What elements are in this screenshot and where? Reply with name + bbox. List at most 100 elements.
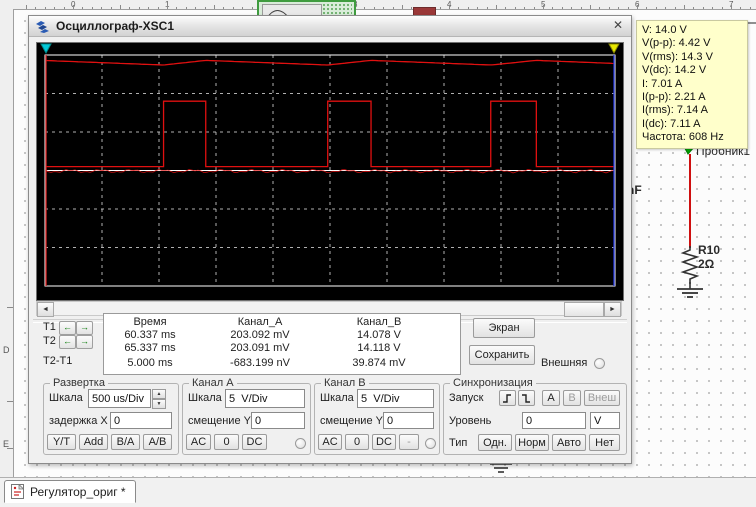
channel-a-zero-button[interactable]: 0: [214, 434, 239, 450]
ruler-tick: [552, 7, 554, 9]
ruler-tick: [477, 7, 479, 9]
oscilloscope-window[interactable]: Осциллограф-XSC1 ✕ ◄ ► T1 ← → T2 ← → T2-…: [28, 15, 632, 464]
falling-edge-button[interactable]: [518, 390, 535, 406]
timebase-scale-label: Шкала: [49, 392, 83, 404]
resistor-ref-label[interactable]: R10: [698, 243, 720, 257]
channel-a-group: Канал A Шкала смещение Y AC 0 DC: [182, 377, 311, 455]
ruler-tick: [740, 7, 742, 9]
timebase-add-button[interactable]: Add: [79, 434, 108, 450]
ruler-tick: [402, 5, 403, 9]
ruler-tick: [674, 7, 676, 9]
channel-a-ac-button[interactable]: AC: [186, 434, 211, 450]
channel-a-dc-button[interactable]: DC: [242, 434, 267, 450]
scroll-left-icon[interactable]: ◄: [37, 302, 54, 317]
save-button[interactable]: Сохранить: [469, 345, 535, 365]
probe-measure-ipp: I(p-p): 2.21 A: [642, 91, 706, 104]
ruler-tick: [618, 7, 620, 9]
t1-time: 60.337 ms: [124, 329, 176, 341]
timebase-scale-input[interactable]: [88, 389, 151, 408]
t1-move-left-button[interactable]: ←: [59, 321, 76, 335]
t2-move-right-button[interactable]: →: [76, 335, 93, 349]
t2-move-left-button[interactable]: ←: [59, 335, 76, 349]
ruler-tick: [684, 5, 685, 9]
close-icon[interactable]: ✕: [613, 18, 623, 32]
timebase-yt-button[interactable]: Y/T: [47, 434, 76, 450]
t2-time: 65.337 ms: [124, 342, 176, 354]
ruler-tick: [721, 7, 723, 9]
rising-edge-icon: [503, 393, 511, 403]
window-title: Осциллограф-XSC1: [56, 19, 175, 33]
delta-channel-a: -683.199 nV: [230, 357, 290, 369]
ruler-tick: [214, 5, 215, 9]
sync-type-auto-button[interactable]: Авто: [552, 434, 586, 451]
trigger-source-b-button[interactable]: B: [563, 390, 581, 406]
t1-move-right-button[interactable]: →: [76, 321, 93, 335]
channel-b-minus-button[interactable]: -: [399, 434, 419, 450]
scroll-right-icon[interactable]: ►: [604, 302, 621, 317]
falling-edge-icon: [522, 393, 530, 403]
trigger-source-ext-button[interactable]: Внеш: [584, 390, 620, 406]
screen-button[interactable]: Экран: [473, 318, 535, 338]
cursor-1-handle[interactable]: [40, 43, 52, 55]
sync-type-normal-button[interactable]: Норм: [515, 434, 549, 451]
channel-b-scale-input[interactable]: [357, 389, 434, 408]
sync-type-none-button[interactable]: Нет: [589, 434, 620, 451]
wire-probe-to-resistor[interactable]: [689, 154, 691, 248]
readout-row-delta: 5.000 ms -683.199 nV 39.874 mV: [104, 357, 460, 369]
ruler-tick: [148, 7, 150, 9]
timebase-delay-input[interactable]: [110, 412, 172, 429]
ruler-tick: [242, 7, 244, 9]
ruler-tick: [204, 7, 206, 9]
ruler-tick: [599, 7, 601, 9]
ruler-tick: [7, 401, 13, 402]
ruler-tick: [458, 7, 460, 9]
ruler-tick: [44, 7, 46, 9]
ruler-tick: [35, 7, 37, 9]
schematic-doc-icon: [11, 484, 24, 499]
readout-panel: Время Канал_A Канал_B 60.337 ms 203.092 …: [103, 313, 461, 375]
channel-b-dc-button[interactable]: DC: [372, 434, 396, 450]
ruler-tick: [138, 7, 140, 9]
spinner-down-icon[interactable]: ▼: [152, 399, 166, 409]
trigger-source-a-button[interactable]: A: [542, 390, 560, 406]
probe-measurement-tooltip: V: 14.0 V V(p-p): 4.42 V V(rms): 14.3 V …: [636, 20, 748, 149]
channel-a-scale-input[interactable]: [225, 389, 305, 408]
channel-b-ac-button[interactable]: AC: [318, 434, 342, 450]
sync-level-unit[interactable]: [590, 412, 620, 429]
spinner-up-icon[interactable]: ▲: [152, 389, 166, 399]
sync-level-input[interactable]: [522, 412, 586, 429]
timebase-scale-spinner[interactable]: ▲ ▼: [152, 389, 166, 409]
channel-a-indicator: [295, 438, 306, 449]
ruler-tick: [129, 7, 131, 9]
timebase-ba-button[interactable]: B/A: [111, 434, 140, 450]
channel-a-offset-input[interactable]: [251, 412, 305, 429]
timebase-ab-button[interactable]: A/B: [143, 434, 172, 450]
ruler-tick: [608, 7, 610, 9]
external-trigger-radio[interactable]: [594, 358, 605, 369]
multisim-workspace: 01234567 DE 6mF Пробник1 R10 2Ω V: [0, 0, 756, 507]
sheet-tab[interactable]: Регулятор_ориг *: [4, 480, 136, 503]
channel-b-group: Канал B Шкала смещение Y AC 0 DC -: [314, 377, 440, 455]
scope-traces: [40, 43, 620, 287]
sync-type-single-button[interactable]: Одн.: [478, 434, 512, 451]
ruler-tick: [167, 5, 168, 9]
ruler-tick: [496, 5, 497, 9]
ground-symbol[interactable]: [674, 282, 708, 302]
ruler-tick: [543, 5, 544, 9]
ruler-tick: [561, 7, 563, 9]
delta-time: 5.000 ms: [127, 357, 173, 369]
cursor-2-handle[interactable]: [608, 43, 620, 55]
ruler-tick: [7, 307, 13, 308]
oscilloscope-titlebar[interactable]: Осциллограф-XSC1 ✕: [29, 16, 631, 37]
channel-b-zero-button[interactable]: 0: [345, 434, 369, 450]
resistor-value-label[interactable]: 2Ω: [698, 257, 714, 271]
channel-b-offset-input[interactable]: [383, 412, 434, 429]
rising-edge-button[interactable]: [499, 390, 516, 406]
sheet-tab-label: Регулятор_ориг *: [30, 484, 126, 499]
t1-label: T1: [43, 321, 56, 333]
ruler-tick: [637, 5, 638, 9]
app-icon: [36, 20, 49, 33]
sync-trigger-label: Запуск: [449, 392, 484, 404]
scrollbar-thumb[interactable]: [564, 302, 604, 317]
sync-group: Синхронизация Запуск A B Внеш Уровень Ти…: [443, 377, 627, 455]
